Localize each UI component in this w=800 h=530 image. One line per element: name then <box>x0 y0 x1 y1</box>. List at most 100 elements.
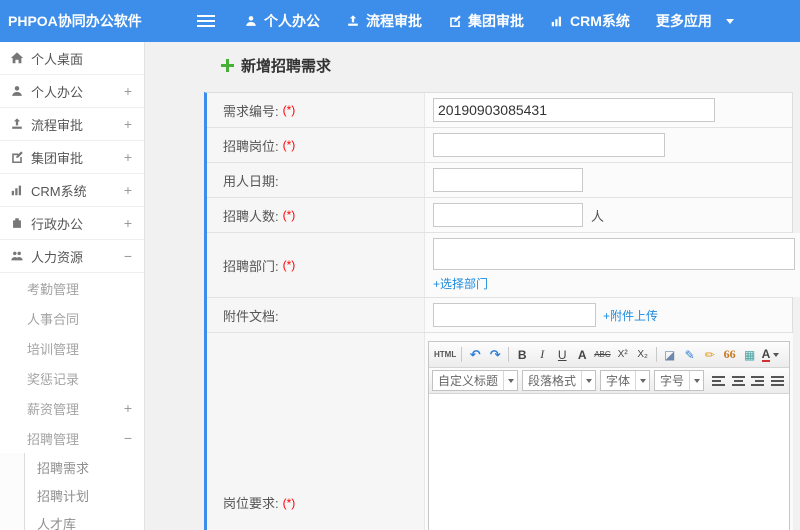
html-source-button[interactable]: HTML <box>432 345 458 365</box>
recruit-demand-form: 需求编号: (*) 招聘岗位: (*) <box>204 92 800 530</box>
chevron-down-icon <box>725 18 734 24</box>
form-row-position: 招聘岗位: (*) <box>207 128 792 163</box>
expand-toggle[interactable]: + <box>124 116 132 132</box>
required-mark: (*) <box>282 258 296 272</box>
sidebar-item-group-approval[interactable]: 集团审批 + <box>0 141 144 174</box>
briefcase-icon <box>13 218 21 228</box>
align-justify-icon[interactable] <box>769 371 786 391</box>
italic-button[interactable]: I <box>532 345 552 365</box>
count-unit-label: 人 <box>591 208 605 224</box>
editor-toolbar-row1: HTML ↶ ↷ B I U A ABC X² X₂ ◪ ✎ ✏ 66 ▦ A <box>429 342 789 368</box>
highlight-pen-icon[interactable]: ✏ <box>700 345 720 365</box>
font-family-select[interactable]: 字体 <box>600 370 651 391</box>
redo-icon[interactable]: ↷ <box>485 345 505 365</box>
collapse-toggle[interactable]: − <box>124 248 132 264</box>
sidebar-item-personal-office[interactable]: 个人办公 + <box>0 75 144 108</box>
align-center-icon[interactable] <box>730 371 747 391</box>
required-mark: (*) <box>282 103 296 117</box>
topbar: PHPOA协同办公软件 个人办公 流程审批 集团审批 CRM系统 更多应用 <box>0 0 800 42</box>
sidebar-item-process-approval[interactable]: 流程审批 + <box>0 108 144 141</box>
rich-text-editor: HTML ↶ ↷ B I U A ABC X² X₂ ◪ ✎ ✏ 66 ▦ A … <box>428 341 790 530</box>
add-icon <box>221 59 234 72</box>
toolbar-separator <box>655 347 657 362</box>
nav-more-apps[interactable]: 更多应用 <box>643 0 747 42</box>
nav-group-approval[interactable]: 集团审批 <box>435 0 537 42</box>
bar-chart-icon <box>11 185 22 196</box>
sidebar-subitem-recruit-mgmt[interactable]: 招聘管理 − <box>0 423 144 453</box>
user-icon <box>246 16 256 26</box>
sidebar-subitem-rewards[interactable]: 奖惩记录 <box>0 363 144 393</box>
subscript-button[interactable]: X₂ <box>633 345 653 365</box>
people-icon <box>11 251 23 261</box>
upload-attachment-link[interactable]: +附件上传 <box>603 307 658 324</box>
expand-toggle[interactable]: + <box>124 149 132 165</box>
home-icon <box>10 52 24 64</box>
sidebar-subitem-recruit-demand[interactable]: 招聘需求 <box>24 453 144 481</box>
table-icon[interactable]: ▦ <box>740 345 760 365</box>
form-row-dept: 招聘部门: (*) +选择部门 <box>207 233 800 298</box>
underline-button[interactable]: U <box>552 345 572 365</box>
undo-icon[interactable]: ↶ <box>465 345 485 365</box>
sidebar-item-hr[interactable]: 人力资源 − <box>0 240 144 273</box>
edit-icon <box>450 15 461 28</box>
sidebar-subitem-recruit-plan[interactable]: 招聘计划 <box>24 481 144 509</box>
bold-button[interactable]: B <box>512 345 532 365</box>
custom-title-select[interactable]: 自定义标题 <box>432 370 519 391</box>
dept-textarea[interactable] <box>433 238 795 270</box>
editor-content-area[interactable] <box>429 394 789 530</box>
sidebar-subitem-salary[interactable]: 薪资管理 + <box>0 393 144 423</box>
required-mark: (*) <box>282 208 296 222</box>
sidebar: 个人桌面 个人办公 + 流程审批 + 集团审批 + CRM系统 + 行政办公 +… <box>0 42 145 530</box>
form-row-date: 用人日期: <box>207 163 792 198</box>
count-label: 招聘人数: (*) <box>207 198 425 232</box>
toolbar-separator <box>461 347 463 362</box>
demand-no-input[interactable] <box>433 98 715 122</box>
expand-toggle[interactable]: + <box>124 215 132 231</box>
font-color-button[interactable]: A <box>760 345 782 365</box>
superscript-button[interactable]: X² <box>613 345 633 365</box>
nav-personal-office[interactable]: 个人办公 <box>231 0 333 42</box>
sidebar-subitem-hr-contract[interactable]: 人事合同 <box>0 303 144 333</box>
paragraph-format-select[interactable]: 段落格式 <box>522 370 597 391</box>
top-navigation: 个人办公 流程审批 集团审批 CRM系统 更多应用 <box>231 0 747 42</box>
expand-toggle[interactable]: + <box>124 400 132 416</box>
select-dept-link[interactable]: +选择部门 <box>433 275 488 292</box>
sidebar-subitem-attendance[interactable]: 考勤管理 <box>0 273 144 303</box>
sidebar-item-admin-office[interactable]: 行政办公 + <box>0 207 144 240</box>
demand-no-label: 需求编号: (*) <box>207 93 425 127</box>
font-size-select[interactable]: 字号 <box>654 370 705 391</box>
form-row-count: 招聘人数: (*) 人 <box>207 198 792 233</box>
collapse-toggle[interactable]: − <box>124 430 132 446</box>
format-painter-icon[interactable]: ✎ <box>680 345 700 365</box>
expand-toggle[interactable]: + <box>124 182 132 198</box>
nav-process-approval[interactable]: 流程审批 <box>333 0 435 42</box>
align-right-icon[interactable] <box>749 371 766 391</box>
attachment-label: 附件文档: <box>207 298 425 332</box>
sidebar-subitem-talent-pool[interactable]: 人才库 <box>24 509 144 530</box>
date-input[interactable] <box>433 168 583 192</box>
sidebar-item-crm[interactable]: CRM系统 + <box>0 174 144 207</box>
position-label: 招聘岗位: (*) <box>207 128 425 162</box>
form-row-requirement: 岗位要求: (*) HTML ↶ ↷ B I U A ABC X² X₂ ◪ ✎… <box>207 333 793 530</box>
date-label: 用人日期: <box>207 163 425 197</box>
blockquote-icon[interactable]: 66 <box>720 345 740 365</box>
upload-icon <box>12 118 22 129</box>
hamburger-menu-icon[interactable] <box>197 12 215 30</box>
main-content: 新增招聘需求 需求编号: (*) 招聘岗位: (*) <box>145 42 800 530</box>
position-input[interactable] <box>433 133 665 157</box>
count-input[interactable] <box>433 203 583 227</box>
chevron-down-icon <box>689 371 703 390</box>
align-left-icon[interactable] <box>710 371 727 391</box>
app-window: PHPOA协同办公软件 个人办公 流程审批 集团审批 CRM系统 更多应用 个人… <box>0 0 800 530</box>
sidebar-subitem-training[interactable]: 培训管理 <box>0 333 144 363</box>
strikethrough-button[interactable]: ABC <box>592 345 612 365</box>
bar-chart-icon <box>551 16 562 27</box>
attachment-input[interactable] <box>433 303 596 327</box>
font-button[interactable]: A <box>572 345 592 365</box>
eraser-icon[interactable]: ◪ <box>660 345 680 365</box>
nav-crm-system[interactable]: CRM系统 <box>537 0 643 42</box>
expand-toggle[interactable]: + <box>124 83 132 99</box>
sidebar-item-personal-desktop[interactable]: 个人桌面 <box>0 42 144 75</box>
chevron-down-icon <box>503 371 517 390</box>
edit-icon <box>12 151 23 164</box>
